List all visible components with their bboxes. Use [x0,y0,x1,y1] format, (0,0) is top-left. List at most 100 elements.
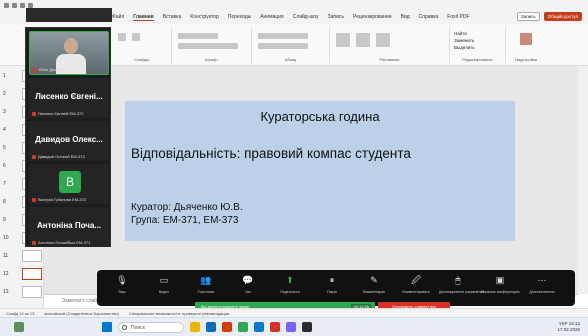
tab-5[interactable]: Анимация [260,14,283,20]
slide-group-text[interactable]: Група: ЕМ-371, ЕМ-373 [131,215,238,226]
participant-tile[interactable]: B Валерія Губанова ЕМ-372 [29,164,109,204]
whiteboard-button[interactable]: 🖉 Комментировать [397,274,435,302]
tab-0[interactable]: Файл [112,14,124,20]
tab-1[interactable]: Главная [133,14,154,21]
language-status[interactable]: английский (Соединенное Королевство) [44,311,119,316]
more-button[interactable]: ⋯ Дополнительно [523,274,561,302]
select-button[interactable]: Выделить [454,45,475,50]
tab-8[interactable]: Рецензирование [353,14,392,20]
control-label: Показать конференцию [481,290,520,294]
camera-icon: ▭ [159,275,169,285]
slide-thumbnail[interactable] [22,250,42,262]
tab-6[interactable]: Слайд-шоу [293,14,319,20]
font-format-buttons[interactable] [178,43,238,49]
vertical-scrollbar[interactable] [578,66,588,294]
tab-7[interactable]: Запись [328,14,344,20]
mic-muted-icon [32,154,36,159]
share-icon: ⬆ [286,275,294,285]
find-button[interactable]: Найти [454,31,467,36]
camera-button[interactable]: ▭ Видео [145,274,183,302]
layout-icon[interactable] [132,33,140,41]
thumbnail-number: 9 [3,217,6,223]
tab-11[interactable]: Foxit PDF [447,14,469,20]
quick-styles-icon[interactable] [376,33,390,47]
pause-button[interactable]: ⏸ Пауза [313,274,351,302]
record-button[interactable]: Запись [517,12,540,21]
show-meeting-button[interactable]: ▣ Показать конференцию [481,274,520,302]
zoom-panel-header[interactable] [26,8,112,22]
slide-thumbnail[interactable] [22,286,42,298]
participants-icon: 👥 [200,275,212,285]
slide-title[interactable]: Кураторська година [125,109,515,124]
system-tray[interactable]: УКР 12:12 17.02.2026 [557,321,580,333]
share-button[interactable]: ⬆ Поделиться [271,274,309,302]
pause-icon: ⏸ [329,275,335,285]
taskbar-app-icon[interactable] [222,322,232,332]
slide-thumbnail[interactable] [22,268,42,280]
tab-2[interactable]: Вставка [163,14,182,20]
participant-tile[interactable]: Юлія Дьяченко [29,31,109,75]
start-icon[interactable] [102,322,112,332]
control-label: Чат [245,290,251,294]
clock-date[interactable]: 17.02.2026 [557,327,580,332]
participant-head [64,38,78,54]
annotate-button[interactable]: ✎ Комментарии [355,274,393,302]
shapes-icon[interactable] [336,33,350,47]
show-meeting-icon: ▣ [495,275,505,285]
participant-tile[interactable]: Давидов Олекс... Давидов Олексій ЕМ-373 [29,121,109,161]
slide-subtitle[interactable]: Відповідальність: правовий компас студен… [131,146,411,161]
ribbon-group-label: Рисование [379,57,400,62]
clock-time[interactable]: 12:12 [569,321,580,326]
addins-icon[interactable] [520,33,532,45]
weather-icon[interactable] [14,322,24,332]
new-slide-icon[interactable] [118,33,126,41]
redo-icon[interactable] [28,2,33,8]
control-label: Звук [118,290,126,294]
control-label: Поделиться [280,290,300,294]
control-label: Комментировать [402,290,430,294]
control-label: Дистанционное управление [439,290,485,294]
taskbar-app-icon[interactable] [190,322,200,332]
slide-curator-text[interactable]: Куратор: Дьяченко Ю.В. [131,202,243,213]
chat-button[interactable]: 💬 Чат [229,274,267,302]
arrange-icon[interactable] [356,33,370,47]
tab-4[interactable]: Переходы [228,14,251,20]
annotate-icon: ✎ [370,275,378,285]
autosave-icon[interactable] [4,2,9,8]
microphone-button[interactable]: 🎙 Звук [103,274,141,302]
taskbar-app-icon[interactable] [270,322,280,332]
tab-3[interactable]: Конструктор [190,14,219,20]
taskbar-app-icon[interactable] [302,322,312,332]
alignment-buttons[interactable] [258,43,308,49]
thumbnail-number: 3 [3,109,6,115]
tab-9[interactable]: Вид [401,14,410,20]
taskbar-app-icon[interactable] [254,322,264,332]
ribbon-group-label: Слайды [134,57,149,62]
font-name-select[interactable] [178,33,218,39]
input-language[interactable]: УКР [559,321,567,326]
accessibility-status[interactable]: Специальные возможности: проверьте реком… [129,311,229,316]
taskbar-app-icon[interactable] [286,322,296,332]
current-slide[interactable]: Кураторська година Відповідальність: пра… [125,101,515,241]
save-icon[interactable] [12,2,17,8]
participant-tile[interactable]: Лисенко Євгені... Лисенко Євгеній ЕМ-372 [29,78,109,118]
control-label: Участники [197,290,215,294]
participant-label: Лисенко Євгеній ЕМ-372 [38,111,84,116]
zoom-participants-panel: Юлія Дьяченко Лисенко Євгені... Лисенко Єв… [25,8,112,247]
participant-name: Давидов Олекс... [35,135,103,144]
participants-button[interactable]: 👥 Участники [187,274,225,302]
quick-access-toolbar [4,2,33,8]
remote-control-button[interactable]: 🖱 Дистанционное управление [439,274,485,302]
search-placeholder: Поиск [131,325,145,331]
undo-icon[interactable] [20,2,25,8]
share-button[interactable]: Общий доступ [543,12,582,21]
paragraph-buttons[interactable] [258,33,308,39]
tab-10[interactable]: Справка [419,14,439,20]
taskbar-search[interactable]: Поиск [118,322,184,333]
chevron-down-icon[interactable]: ⌄ [66,237,71,244]
replace-button[interactable]: Заменить [454,38,474,43]
thumbnail-number: 11 [3,253,9,259]
taskbar-app-icon[interactable] [206,322,216,332]
taskbar-app-icon[interactable] [238,322,248,332]
mic-muted-icon [32,197,36,202]
